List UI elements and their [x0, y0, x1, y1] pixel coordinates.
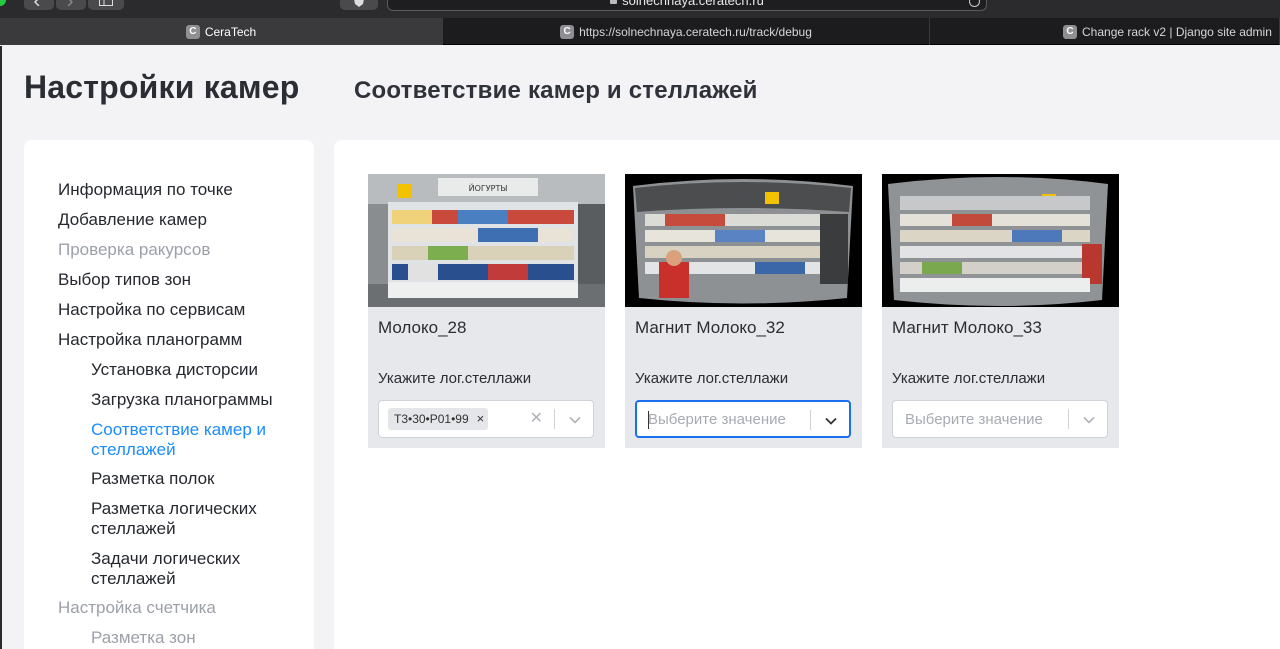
chevron-down-icon[interactable]	[824, 414, 838, 428]
camera-card: ЙОГУРТЫ Молоко_28 Укажите лог.стеллажи Т…	[368, 174, 605, 448]
sidebar-item-point-info[interactable]: Информация по точке	[58, 180, 233, 200]
privacy-report-button[interactable]	[340, 0, 378, 10]
sidebar-item-logical-racks-markup[interactable]: Разметка логических стеллажей	[91, 499, 291, 539]
chevron-down-icon[interactable]	[568, 413, 582, 427]
back-button[interactable]	[24, 0, 54, 10]
selected-rack-value: Т3•30•Р01•99	[394, 412, 469, 426]
forward-button[interactable]	[56, 0, 86, 10]
sidebar-item-planogram-upload[interactable]: Загрузка планограммы	[91, 390, 273, 410]
chevron-left-icon	[34, 0, 40, 6]
select-separator	[1068, 409, 1069, 429]
selected-rack-tag: Т3•30•Р01•99 ×	[388, 408, 489, 430]
rack-select-label: Укажите лог.стеллажи	[892, 370, 1046, 387]
sidebar-item-zone-markup[interactable]: Разметка зон	[91, 628, 196, 648]
tab-favicon: C	[560, 24, 575, 39]
rack-select-label: Укажите лог.стеллажи	[378, 370, 532, 387]
camera-card: Магнит Молоко_33 Укажите лог.стеллажи Вы…	[882, 174, 1119, 448]
sidebar-item-planograms[interactable]: Настройка планограмм	[58, 330, 242, 350]
tab-title: Change rack v2 | Django site admin	[1082, 24, 1272, 39]
rack-select[interactable]: Т3•30•Р01•99 × ✕	[378, 400, 594, 438]
shield-icon	[354, 0, 364, 7]
camera-rack-panel: ЙОГУРТЫ Молоко_28 Укажите лог.стеллажи Т…	[334, 140, 1280, 649]
select-placeholder: Выберите значение	[905, 411, 1043, 428]
tab-title: CeraTech	[204, 24, 257, 39]
rack-select[interactable]: Выберите значение	[635, 400, 851, 438]
sidebar-item-counter-settings[interactable]: Настройка счетчика	[58, 598, 216, 618]
camera-preview-image[interactable]	[882, 174, 1119, 307]
tab-favicon: C	[1063, 24, 1077, 39]
camera-card: Магнит Молоко_32 Укажите лог.стеллажи Вы…	[625, 174, 862, 448]
sidebar-item-add-cameras[interactable]: Добавление камер	[58, 210, 207, 230]
clear-icon[interactable]: ✕	[530, 411, 543, 427]
select-separator	[810, 410, 811, 430]
camera-name: Магнит Молоко_33	[892, 318, 1042, 337]
sidebar-item-camera-rack-mapping[interactable]: Соответствие камер и стеллажей	[91, 420, 291, 460]
page: Настройки камер Соответствие камер и сте…	[0, 46, 1280, 649]
sidebar-item-shelf-markup[interactable]: Разметка полок	[91, 469, 214, 489]
camera-name: Молоко_28	[378, 318, 467, 337]
page-title: Настройки камер	[24, 69, 300, 105]
address-text: solnechnaya.ceratech.ru	[622, 0, 764, 8]
select-separator	[554, 409, 555, 429]
sidebar-item-logical-racks-tasks[interactable]: Задачи логических стеллажей	[91, 549, 271, 589]
settings-sidebar: Информация по точке Добавление камер Про…	[24, 140, 314, 649]
select-placeholder: Выберите значение	[648, 411, 786, 428]
sidebar-toggle-button[interactable]	[88, 0, 124, 10]
tab-favicon: C	[185, 24, 200, 39]
sidebar-item-zone-types[interactable]: Выбор типов зон	[58, 270, 191, 290]
chevron-right-icon	[67, 0, 74, 6]
camera-preview-image[interactable]	[625, 174, 862, 307]
sidebar-item-distortion[interactable]: Установка дисторсии	[91, 360, 258, 380]
sidebar-item-services[interactable]: Настройка по сервисам	[58, 300, 245, 320]
rack-select[interactable]: Выберите значение	[892, 400, 1108, 438]
rack-select-label: Укажите лог.стеллажи	[635, 370, 789, 387]
sidebar-icon	[99, 0, 113, 6]
shelf-sign-text: ЙОГУРТЫ	[469, 182, 508, 193]
remove-tag-icon[interactable]: ×	[477, 412, 485, 425]
tab-track-debug[interactable]: C https://solnechnaya.ceratech.ru/track/…	[443, 18, 930, 45]
browser-toolbar: solnechnaya.ceratech.ru	[0, 0, 1280, 18]
camera-name: Магнит Молоко_32	[635, 318, 785, 337]
sidebar-item-check-angles[interactable]: Проверка ракурсов	[58, 240, 210, 260]
tab-title: https://solnechnaya.ceratech.ru/track/de…	[579, 24, 812, 39]
lock-icon	[610, 0, 618, 4]
camera-preview-image[interactable]: ЙОГУРТЫ	[368, 174, 605, 307]
section-title: Соответствие камер и стеллажей	[354, 77, 758, 104]
window-zoom-button[interactable]	[0, 0, 6, 6]
tab-bar: C CeraTech C https://solnechnaya.ceratec…	[0, 18, 1280, 45]
reload-icon[interactable]	[969, 0, 980, 7]
tab-ceratech[interactable]: C CeraTech	[0, 18, 443, 45]
address-bar[interactable]: solnechnaya.ceratech.ru	[387, 0, 987, 11]
tab-django-admin[interactable]: C Change rack v2 | Django site admin	[930, 18, 1280, 45]
chevron-down-icon[interactable]	[1082, 413, 1096, 427]
